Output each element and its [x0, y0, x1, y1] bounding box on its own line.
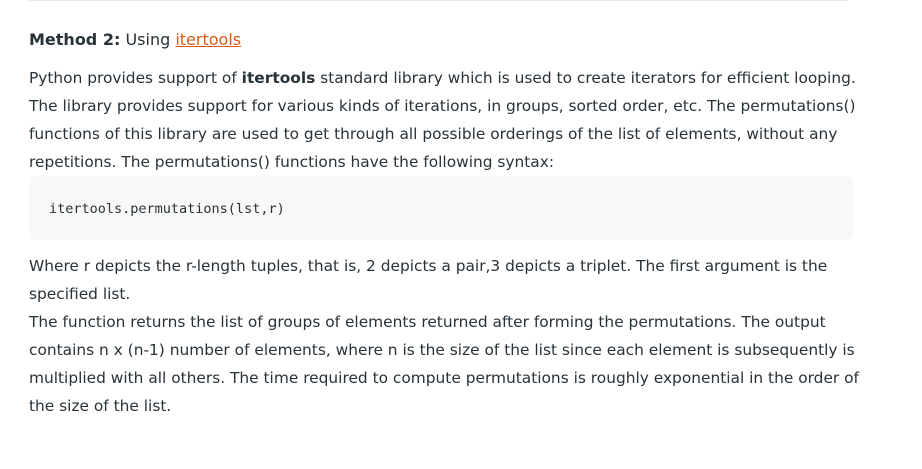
method-label: Method 2:	[29, 30, 121, 49]
tuple-paragraph: Where r depicts the r-length tuples, tha…	[29, 257, 828, 303]
method-heading: Method 2: Using itertools	[29, 28, 859, 52]
itertools-link[interactable]: itertools	[175, 30, 241, 49]
top-divider	[29, 0, 847, 1]
intro-bold-term: itertools	[241, 69, 316, 87]
method-heading-text: Using	[120, 30, 176, 49]
code-snippet: itertools.permutations(lst,r)	[49, 201, 285, 217]
result-paragraph: The function returns the list of groups …	[29, 313, 859, 415]
code-block: itertools.permutations(lst,r)	[29, 176, 853, 240]
intro-paragraph: Python provides support of itertools sta…	[29, 64, 859, 176]
intro-text-start: Python provides support of	[29, 69, 242, 87]
article-content: Method 2: Using itertools Python provide…	[29, 28, 859, 420]
